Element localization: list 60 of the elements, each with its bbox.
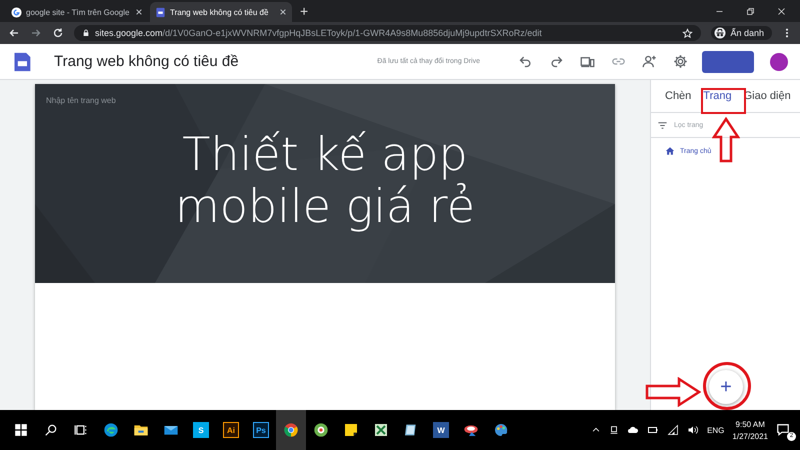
sites-icon [155,6,166,18]
app-icon: Ai [223,422,239,438]
incognito-icon [714,27,726,39]
panel-tab[interactable]: Trang [703,80,732,112]
page-heading[interactable]: Thiết kế app mobile giá rẻ [35,128,615,232]
address-bar[interactable]: sites.google.com/d/1V0GanO-e1jxWVNRM7vfgpHqJBsLEToyk/p/1-GWR4A9s8Mu8856djuMj9updtrSXRoRz/edit [74,25,702,41]
site-title[interactable]: Trang web không có tiêu đề [54,53,239,70]
wifi-icon[interactable] [667,424,680,436]
home-icon [665,146,675,156]
cloud-icon[interactable] [627,424,640,436]
settings-icon[interactable] [673,54,688,69]
app-icon: S [193,422,209,438]
taskbar-app[interactable]: Ai [216,410,246,450]
add-person-icon[interactable] [642,54,657,69]
incognito-button[interactable]: Ẩn danh [711,26,772,40]
redo-icon[interactable] [549,54,564,69]
taskbar-app[interactable]: W [426,410,456,450]
devices-icon[interactable] [580,54,595,69]
lock-icon [82,29,90,37]
url-text: sites.google.com/d/1V0GanO-e1jxWVNRM7vfgpHqJBsLEToyk/p/1-GWR4A9s8Mu8856djuMj9updtrSXRoRz/edit [95,28,542,38]
site-name-field[interactable]: Nhập tên trang web [46,96,116,105]
language-indicator[interactable]: ENG [707,426,724,434]
search-icon[interactable] [44,423,58,437]
notification-icon[interactable] [776,423,790,437]
edge-icon [103,422,119,438]
filter-icon [657,120,668,130]
target-icon [313,422,329,438]
reload-icon[interactable] [52,27,64,39]
taskbar-app[interactable]: Ps [246,410,276,450]
publish-button[interactable] [702,50,754,72]
app-icon: Ps [253,422,269,438]
avatar[interactable] [770,52,788,70]
speaker-icon[interactable] [687,424,700,436]
start-icon[interactable] [14,423,28,437]
sticky-note-icon [343,422,359,438]
sites-logo-icon [12,52,32,72]
up-arrow [712,117,740,163]
taskbar-app[interactable] [276,410,306,450]
clock[interactable]: 9:50 AM 1/27/2021 [732,420,768,440]
google-icon [11,6,22,18]
right-arrow [645,377,701,407]
new-tab-button[interactable]: + [300,4,308,18]
browser-tab[interactable]: google site - Tìm trên Google [6,2,148,22]
restore-icon[interactable] [746,6,755,16]
chrome-icon [283,422,299,438]
close-icon[interactable] [279,8,287,16]
star-icon[interactable] [682,28,694,38]
highlight-frame [701,88,746,114]
back-icon[interactable] [8,27,20,39]
forward-icon[interactable] [30,27,42,39]
close-icon[interactable] [777,6,786,16]
spreadsheet-icon [373,422,389,438]
close-icon[interactable] [135,8,143,16]
browser-tab[interactable]: Trang web không có tiêu đề [150,2,292,22]
palette-icon [493,422,509,438]
task-view-icon[interactable] [74,423,88,437]
app-icon: W [433,422,449,438]
undo-icon[interactable] [518,54,533,69]
battery-icon[interactable] [647,424,660,436]
panel-tab[interactable]: Chèn [665,80,692,112]
